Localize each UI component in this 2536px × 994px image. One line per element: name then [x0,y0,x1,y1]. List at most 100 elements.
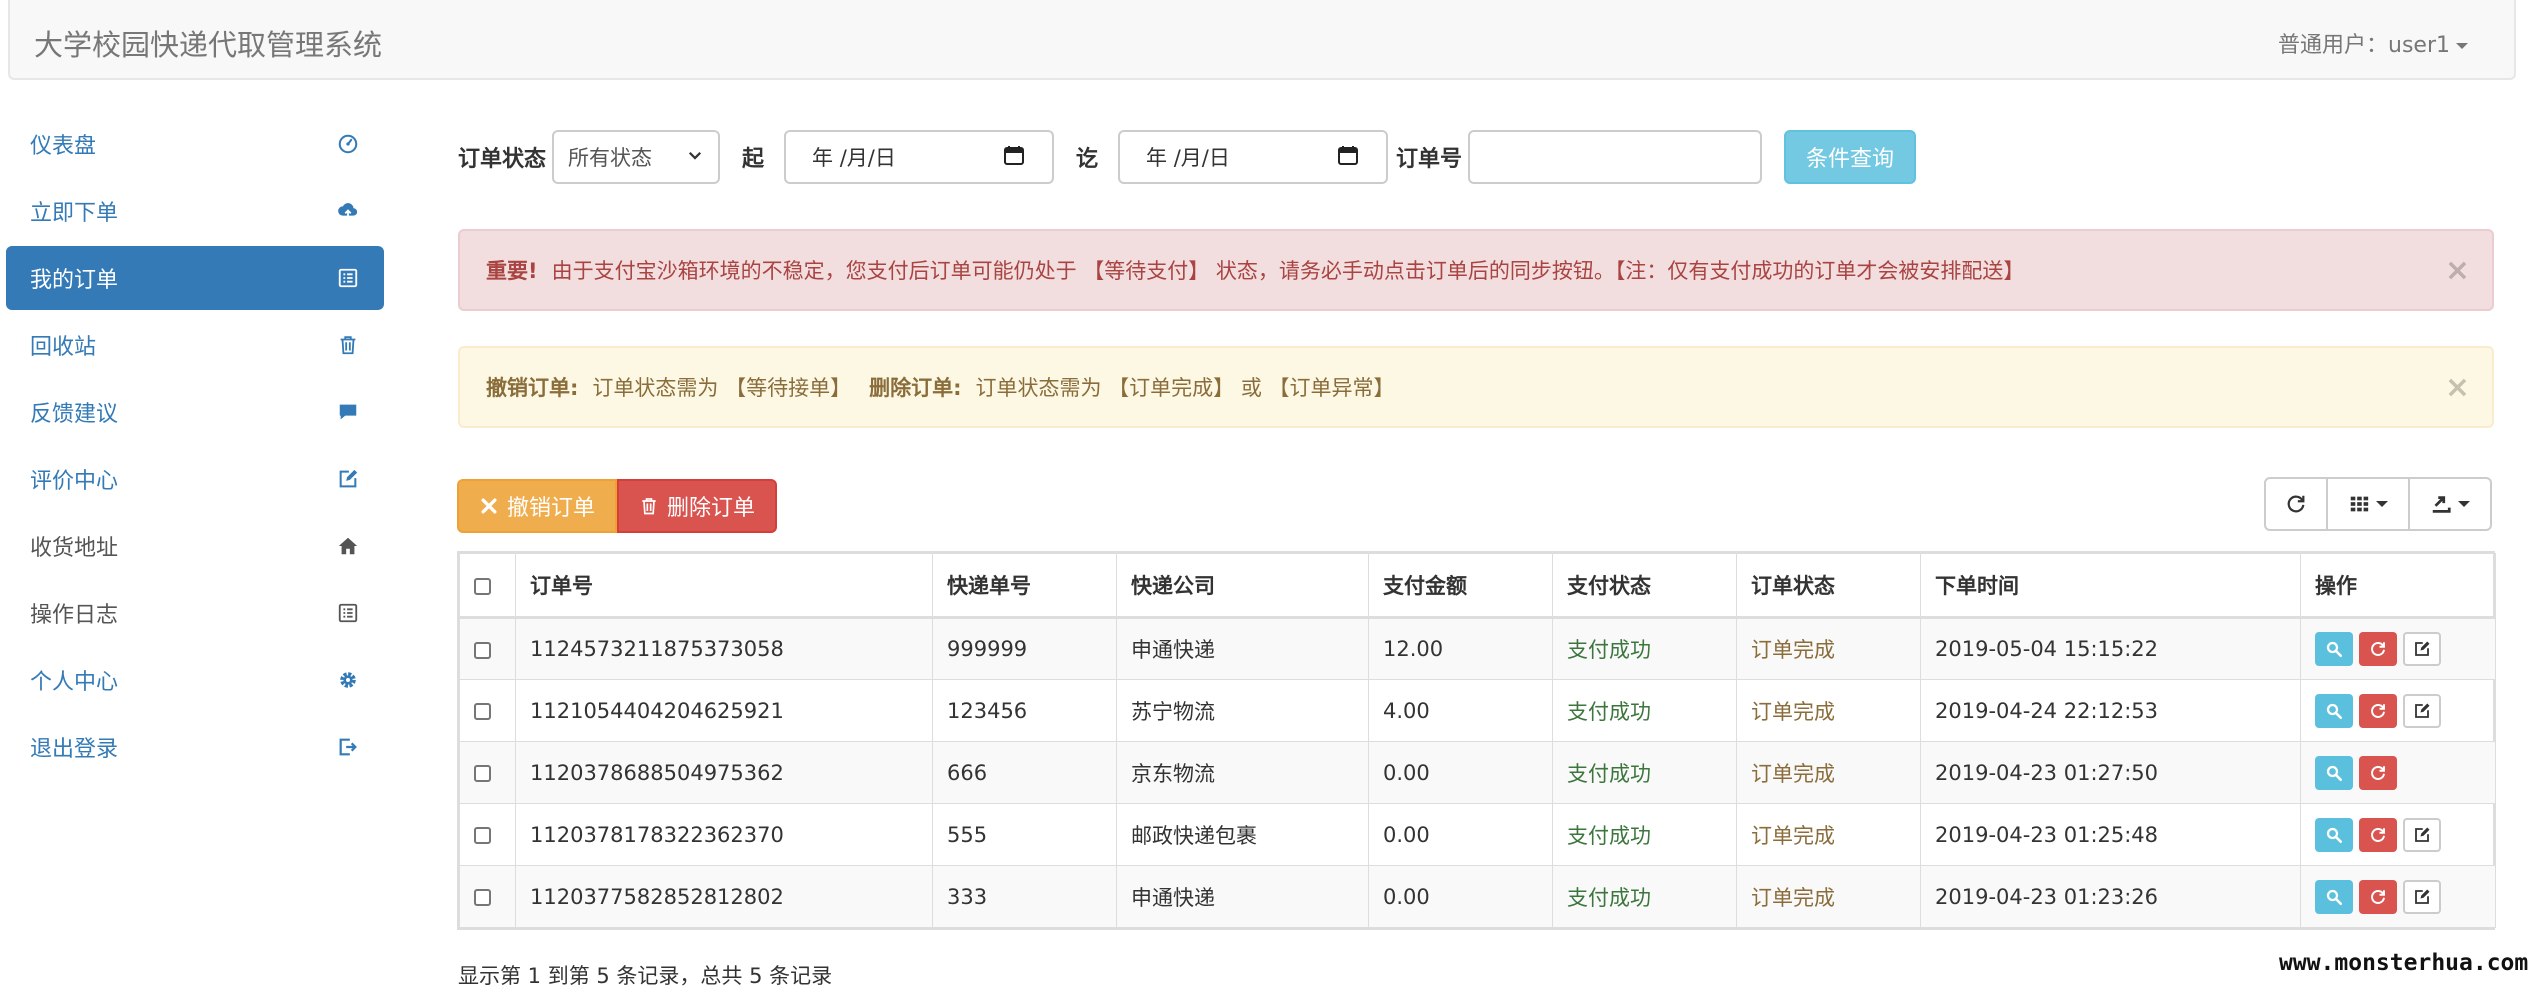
calendar-icon[interactable] [1336,143,1360,172]
columns-toggle-button[interactable] [2328,477,2410,531]
column-header[interactable]: 下单时间 [1920,553,2301,619]
order-no-cell: 1121054404204625921 [515,679,933,742]
edit-icon [2413,702,2431,720]
tracking-no-cell: 333 [932,865,1117,928]
cancel-order-button[interactable]: 撤销订单 [457,479,617,533]
row-checkbox[interactable] [474,889,491,906]
chevron-down-icon [686,145,704,169]
view-order-button[interactable] [2315,817,2353,852]
view-order-button[interactable] [2315,879,2353,914]
dashboard-icon [336,132,360,156]
refresh-button[interactable] [2264,477,2328,531]
alert-strong: 重要! [486,259,538,283]
sidebar-item-recycle-bin[interactable]: 回收站 [6,313,384,377]
sidebar-item-place-order[interactable]: 立即下单 [6,179,384,243]
calendar-icon[interactable] [1002,143,1026,172]
sidebar-item-feedback[interactable]: 反馈建议 [6,380,384,444]
sync-order-button[interactable] [2359,755,2397,790]
row-checkbox[interactable] [474,827,491,844]
start-date-input[interactable]: 年 /月/日 [784,130,1055,184]
review-order-button[interactable] [2403,632,2441,666]
row-select-cell [459,679,516,742]
refresh-icon [2369,702,2387,720]
sidebar-item-label: 我的订单 [30,268,119,293]
edit-icon [2413,826,2431,844]
search-icon [2325,888,2343,906]
comment-icon [336,400,360,424]
close-icon[interactable]: × [2445,370,2470,405]
alert-strong: 删除订单: [869,376,962,400]
close-icon[interactable]: × [2445,253,2470,288]
cog-icon [336,668,360,692]
alert-rules: 撤销订单: 订单状态需为 【等待接单】 删除订单: 订单状态需为 【订单完成】 … [458,346,2494,428]
log-out-icon [336,735,360,759]
end-date-placeholder: 年 /月/日 [1146,146,1230,170]
sidebar-item-label: 立即下单 [30,201,119,226]
trash-icon [642,498,656,515]
caret-down-icon [2458,501,2470,507]
view-order-button[interactable] [2315,693,2353,728]
end-date-input[interactable]: 年 /月/日 [1118,130,1389,184]
user-dropdown[interactable]: 普通用户：user1 [2278,27,2468,59]
select-all-checkbox[interactable] [474,577,491,595]
sidebar-item-profile[interactable]: 个人中心 [6,648,384,712]
refresh-icon [2369,764,2387,782]
cancel-order-label: 撤销订单 [507,496,596,521]
column-header[interactable]: 订单状态 [1736,553,1921,619]
sidebar-item-label: 评价中心 [30,469,119,494]
caret-down-icon [2456,43,2468,49]
row-checkbox[interactable] [474,765,491,782]
sidebar-item-reviews[interactable]: 评价中心 [6,447,384,511]
column-header[interactable]: 支付状态 [1552,553,1737,619]
orders-table: 订单号 快递单号 快递公司 支付金额 支付状态 订单状态 下单时间 操作 112… [457,551,2496,930]
sync-order-button[interactable] [2359,693,2397,728]
column-header[interactable]: 快递单号 [932,553,1117,619]
payment-status-cell: 支付成功 [1552,617,1737,680]
row-select-cell [459,865,516,928]
table-row[interactable]: 1120378688504975362 666 京东物流 0.00 支付成功 订单完成 20… [459,741,2496,804]
sidebar-item-logout[interactable]: 退出登录 [6,715,384,779]
view-order-button[interactable] [2315,632,2353,666]
row-checkbox[interactable] [474,703,491,720]
export-button[interactable] [2410,477,2492,531]
query-button[interactable]: 条件查询 [1784,130,1917,184]
edit-icon [336,467,360,491]
table-row[interactable]: 1120378178322362370 555 邮政快递包裹 0.00 支付成功 订单完成… [459,803,2496,866]
row-select-cell [459,617,516,680]
app-title[interactable]: 大学校园快递代取管理系统 [34,22,382,64]
sidebar-item-address[interactable]: 收货地址 [6,514,384,578]
search-icon [2325,764,2343,782]
remove-icon [481,498,497,514]
refresh-icon [2369,888,2387,906]
column-header[interactable]: 支付金额 [1368,553,1553,619]
column-header[interactable]: 订单号 [515,553,933,619]
review-order-button[interactable] [2403,693,2441,728]
status-filter-label: 订单状态 [458,147,547,172]
view-order-button[interactable] [2315,755,2353,790]
review-order-button[interactable] [2403,817,2441,852]
sidebar-item-label: 个人中心 [30,670,119,695]
sidebar-nav: 仪表盘 立即下单 我的订单 回收站 反馈建议 评价中心 收货地址 操作日志 个人… [6,112,384,782]
search-icon [2325,826,2343,844]
sync-order-button[interactable] [2359,879,2397,914]
status-select[interactable]: 所有状态 [552,130,721,184]
sidebar-item-operation-log[interactable]: 操作日志 [6,581,384,645]
table-row[interactable]: 1121054404204625921 123456 苏宁物流 4.00 支付成功 订单完… [459,679,2496,742]
review-order-button[interactable] [2403,879,2441,914]
home-icon [336,534,360,558]
sync-order-button[interactable] [2359,817,2397,852]
sidebar-item-my-orders[interactable]: 我的订单 [6,246,384,310]
table-row[interactable]: 1120377582852812802 333 申通快递 0.00 支付成功 订单完成 20… [459,865,2496,928]
table-row[interactable]: 1124573211875373058 999999 申通快递 12.00 支付成功 订单… [459,617,2496,680]
sidebar-item-label: 回收站 [30,335,97,360]
courier-cell: 申通快递 [1116,617,1369,680]
sidebar-item-dashboard[interactable]: 仪表盘 [6,112,384,176]
delete-order-button[interactable]: 删除订单 [617,479,777,533]
alert-text: 订单状态需为 【订单完成】 或 【订单异常】 [975,376,1395,400]
row-checkbox[interactable] [474,641,491,659]
courier-cell: 京东物流 [1116,741,1369,804]
top-navbar: 大学校园快递代取管理系统 普通用户：user1 [8,0,2516,80]
order-no-input[interactable] [1468,130,1763,184]
sync-order-button[interactable] [2359,632,2397,666]
column-header[interactable]: 快递公司 [1116,553,1369,619]
